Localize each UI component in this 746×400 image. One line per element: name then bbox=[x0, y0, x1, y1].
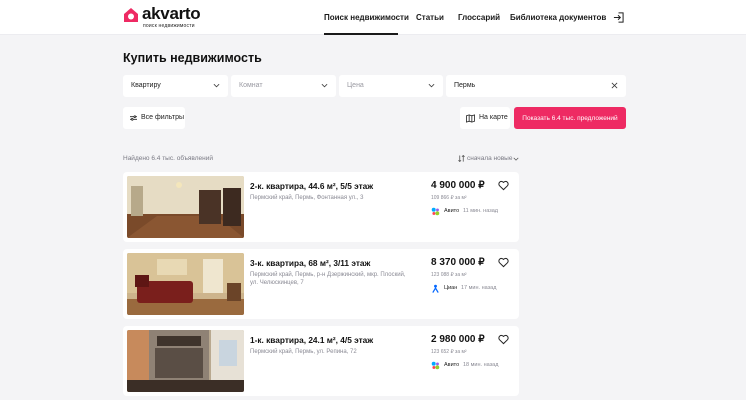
clear-icon[interactable] bbox=[611, 82, 618, 89]
listing-address: Пермский край, Пермь, ул. Репина, 72 bbox=[250, 349, 357, 355]
listing-title[interactable]: 2-к. квартира, 44.6 м², 5/5 этаж bbox=[250, 181, 373, 191]
listing-price: 8 370 000 ₽ bbox=[431, 257, 485, 268]
property-type-value: Квартиру bbox=[131, 82, 161, 89]
chevron-down-icon bbox=[428, 83, 435, 88]
photo-pagination bbox=[137, 308, 182, 311]
heart-icon[interactable] bbox=[498, 180, 509, 191]
listing-address: Пермский край, Пермь, Фонтанная ул., 3 bbox=[250, 195, 364, 201]
logo-text: akvarto bbox=[142, 4, 201, 23]
price-select[interactable]: Цена bbox=[339, 75, 443, 97]
heart-icon[interactable] bbox=[498, 334, 509, 345]
listing-address: Пермский край, Пермь, р-н Дзержинский, м… bbox=[250, 272, 406, 286]
price-placeholder: Цена bbox=[347, 82, 364, 89]
filters-icon bbox=[130, 115, 137, 121]
photo-pagination bbox=[137, 231, 182, 234]
avito-logo-icon bbox=[431, 207, 440, 216]
city-value: Пермь bbox=[454, 82, 476, 89]
rooms-placeholder: Комнат bbox=[239, 82, 263, 89]
rooms-select[interactable]: Комнат bbox=[231, 75, 336, 97]
avito-logo-icon bbox=[431, 361, 440, 370]
listing-price-per-m2: 109 866 ₽ за м² bbox=[431, 195, 467, 201]
nav-articles-label: Статьи bbox=[416, 13, 444, 22]
property-type-select[interactable]: Квартиру bbox=[123, 75, 228, 97]
listing-price: 4 900 000 ₽ bbox=[431, 180, 485, 191]
listing-card[interactable]: 3-к. квартира, 68 м², 3/11 этаж Пермский… bbox=[123, 249, 519, 319]
listing-time: 17 мин. назад bbox=[461, 285, 497, 291]
cian-logo-icon bbox=[432, 284, 439, 293]
apartment-photo-3 bbox=[127, 330, 244, 392]
listing-card[interactable]: 2-к. квартира, 44.6 м², 5/5 этаж Пермски… bbox=[123, 172, 519, 242]
nav-documents[interactable]: Библиотека документов bbox=[510, 0, 606, 35]
source-name: Авито bbox=[444, 208, 460, 214]
heart-icon[interactable] bbox=[498, 257, 509, 268]
house-logo-icon bbox=[124, 8, 138, 22]
photo-pagination bbox=[137, 385, 182, 388]
sort-label: сначала новые bbox=[467, 155, 513, 162]
source-name: Авито bbox=[444, 362, 460, 368]
city-input[interactable]: Пермь bbox=[446, 75, 626, 97]
listing-title[interactable]: 1-к. квартира, 24.1 м², 4/5 этаж bbox=[250, 335, 373, 345]
apartment-photo-2 bbox=[127, 253, 244, 315]
listing-photo[interactable] bbox=[127, 176, 244, 238]
show-results-label: Показать 6.4 тыс. предложений bbox=[522, 115, 618, 122]
page-title: Купить недвижимость bbox=[123, 51, 262, 65]
listing-title[interactable]: 3-к. квартира, 68 м², 3/11 этаж bbox=[250, 258, 370, 268]
site-header: akvarto поиск недвижимости Поиск недвижи… bbox=[0, 0, 746, 35]
nav-search[interactable]: Поиск недвижимости bbox=[324, 0, 409, 35]
listing-time: 18 мин. назад bbox=[463, 362, 499, 368]
listing-card[interactable]: 1-к. квартира, 24.1 м², 4/5 этаж Пермски… bbox=[123, 326, 519, 396]
listing-photo[interactable] bbox=[127, 330, 244, 392]
nav-glossary[interactable]: Глоссарий bbox=[458, 0, 500, 35]
listing-price: 2 980 000 ₽ bbox=[431, 334, 485, 345]
results-count: Найдено 6.4 тыс. объявлений bbox=[123, 155, 213, 162]
listing-price-per-m2: 123 088 ₽ за м² bbox=[431, 272, 467, 278]
chevron-down-icon bbox=[513, 157, 519, 161]
all-filters-button[interactable]: Все фильтры bbox=[123, 107, 185, 129]
chevron-down-icon bbox=[213, 83, 220, 88]
login-icon[interactable] bbox=[613, 12, 624, 23]
logo-tagline: поиск недвижимости bbox=[143, 23, 195, 29]
apartment-photo-1 bbox=[127, 176, 244, 238]
sort-icon bbox=[458, 155, 465, 162]
nav-search-label: Поиск недвижимости bbox=[324, 13, 409, 22]
nav-articles[interactable]: Статьи bbox=[416, 0, 444, 35]
listing-price-per-m2: 123 652 ₽ за м² bbox=[431, 349, 467, 355]
listing-photo[interactable] bbox=[127, 253, 244, 315]
map-button[interactable]: На карте bbox=[460, 107, 510, 129]
source-name: Циан bbox=[444, 285, 458, 291]
nav-documents-label: Библиотека документов bbox=[510, 13, 607, 22]
map-icon bbox=[466, 114, 475, 123]
map-label: На карте bbox=[479, 114, 508, 121]
listing-time: 11 мин. назад bbox=[463, 208, 499, 214]
all-filters-label: Все фильтры bbox=[141, 114, 184, 121]
chevron-down-icon bbox=[321, 83, 328, 88]
nav-glossary-label: Глоссарий bbox=[458, 13, 501, 22]
show-results-button[interactable]: Показать 6.4 тыс. предложений bbox=[514, 107, 626, 129]
